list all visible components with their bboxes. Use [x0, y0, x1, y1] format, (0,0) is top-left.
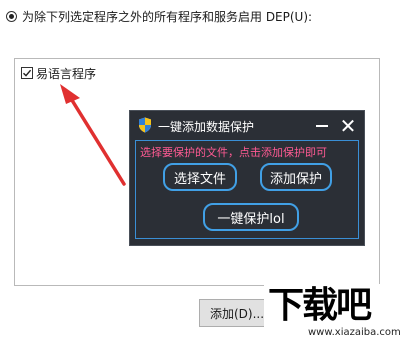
watermark-logo: 下载吧: [268, 285, 372, 326]
watermark: 下载吧 www.xiazaiba.com: [264, 284, 403, 342]
hint-text: 选择要保护的文件，点击添加保护即可: [140, 146, 327, 159]
shield-icon: [139, 117, 151, 133]
dialog-title: 一键添加数据保护: [158, 120, 255, 134]
minimize-button[interactable]: [312, 116, 332, 136]
minimize-icon: [316, 125, 328, 127]
one-click-protect-button[interactable]: 一键保护lol: [203, 203, 299, 231]
dialog-titlebar[interactable]: 一键添加数据保护 ✕: [130, 111, 364, 141]
add-protect-button[interactable]: 添加保护: [260, 163, 332, 191]
select-file-button[interactable]: 选择文件: [163, 163, 237, 191]
close-button[interactable]: ✕: [338, 116, 358, 136]
dialog-panel: 选择要保护的文件，点击添加保护即可 选择文件 添加保护 一键保护lol: [135, 140, 359, 239]
watermark-url: www.xiazaiba.com: [308, 327, 401, 338]
protect-dialog: 一键添加数据保护 ✕ 选择要保护的文件，点击添加保护即可 选择文件 添加保护 一…: [129, 110, 365, 246]
close-icon: ✕: [339, 114, 357, 138]
